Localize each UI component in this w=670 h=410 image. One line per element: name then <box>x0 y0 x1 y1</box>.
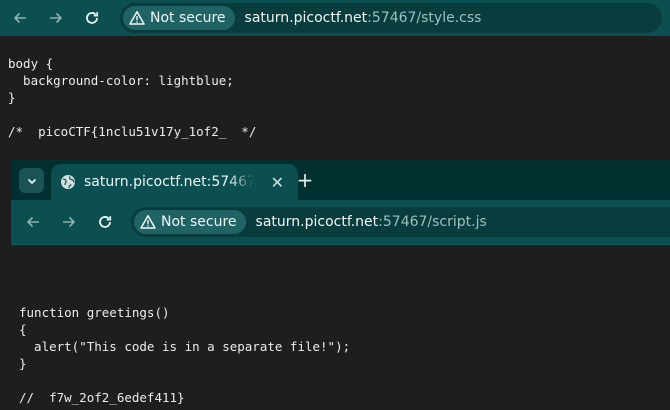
code-line: alert("This code is in a separate file!"… <box>19 339 351 354</box>
forward-arrow-icon <box>63 216 76 228</box>
back-arrow-icon <box>26 216 39 228</box>
warning-triangle-icon <box>140 215 156 229</box>
security-label: Not secure <box>150 10 226 26</box>
code-line: // f7w_2of2_6edef411} <box>19 390 185 405</box>
code-line: } <box>19 356 27 371</box>
security-chip[interactable]: Not secure <box>123 6 235 30</box>
url-host: saturn.picoctf.net <box>255 214 379 230</box>
back-button[interactable] <box>19 208 47 236</box>
close-icon[interactable]: ✕ <box>271 173 284 192</box>
globe-icon <box>61 175 75 189</box>
tab-script-js[interactable]: saturn.picoctf.net:57467/ ✕ <box>51 164 298 200</box>
forward-button[interactable] <box>55 208 83 236</box>
reload-icon <box>86 12 99 24</box>
plus-icon: + <box>296 168 314 192</box>
chevron-down-icon <box>27 178 36 184</box>
tab-strip: saturn.picoctf.net:57467/ ✕ + <box>11 160 670 200</box>
css-source: body { background-color: lightblue;}​/* … <box>8 55 256 140</box>
security-label: Not secure <box>161 214 237 230</box>
back-button[interactable] <box>6 4 34 32</box>
reload-icon <box>99 216 112 228</box>
forward-button[interactable] <box>42 4 70 32</box>
code-line: body { <box>8 56 54 71</box>
forward-arrow-icon <box>50 12 63 24</box>
js-source: function greetings() { alert("This code i… <box>19 304 350 406</box>
reload-button[interactable] <box>91 208 119 236</box>
browser-toolbar: Not secure saturn.picoctf.net:57467/styl… <box>0 0 670 36</box>
code-line: { <box>19 322 27 337</box>
security-chip[interactable]: Not secure <box>134 210 246 234</box>
back-arrow-icon <box>13 12 26 24</box>
url-text: saturn.picoctf.net:57467/style.css <box>245 10 482 26</box>
warning-triangle-icon <box>129 11 145 25</box>
code-line: background-color: lightblue; <box>8 73 234 88</box>
url-path: :57467/script.js <box>378 214 487 230</box>
code-line: /* picoCTF{1nclu51v17y_1of2_ */ <box>8 124 257 139</box>
tab-search-button[interactable] <box>19 168 44 193</box>
address-bar[interactable]: Not secure saturn.picoctf.net:57467/styl… <box>120 3 662 33</box>
browser-toolbar: Not secure saturn.picoctf.net:57467/scri… <box>11 200 670 245</box>
code-line: function greetings() <box>19 305 170 320</box>
address-bar[interactable]: Not secure saturn.picoctf.net:57467/scri… <box>131 207 670 237</box>
new-tab-button[interactable]: + <box>293 168 317 192</box>
url-path: :57467/style.css <box>367 10 482 26</box>
script-js-window: saturn.picoctf.net:57467/ ✕ + Not secure… <box>11 160 670 410</box>
url-host: saturn.picoctf.net <box>244 10 368 26</box>
code-line: } <box>8 90 16 105</box>
tab-title: saturn.picoctf.net:57467/ <box>84 174 254 190</box>
code-line: ​ <box>8 106 256 123</box>
reload-button[interactable] <box>78 4 106 32</box>
code-line: ​ <box>19 372 350 389</box>
url-text: saturn.picoctf.net:57467/script.js <box>256 214 487 230</box>
